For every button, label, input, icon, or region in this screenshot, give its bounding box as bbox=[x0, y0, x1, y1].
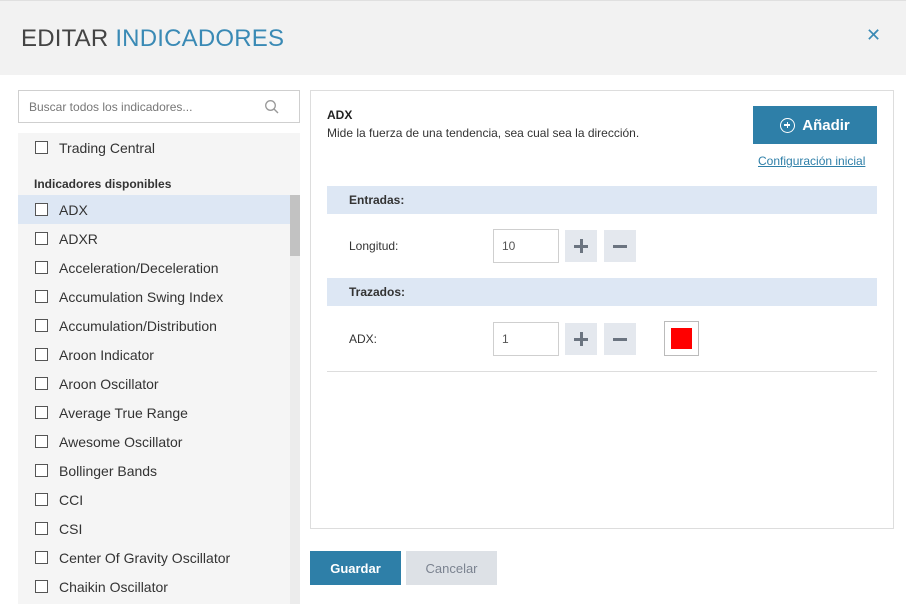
checkbox[interactable] bbox=[35, 232, 48, 245]
length-input[interactable]: 10 bbox=[493, 229, 559, 263]
list-item-label: Acceleration/Deceleration bbox=[59, 259, 219, 276]
list-item-adxr[interactable]: ADXR bbox=[18, 224, 290, 253]
search-input[interactable] bbox=[19, 91, 259, 122]
list-item-average-true-range[interactable]: Average True Range bbox=[18, 398, 290, 427]
add-button[interactable]: Añadir bbox=[753, 106, 877, 144]
default-settings-link[interactable]: Configuración inicial bbox=[758, 154, 865, 168]
list-item-label: ADX bbox=[59, 201, 88, 218]
add-button-label: Añadir bbox=[802, 116, 850, 134]
list-item-trading-central[interactable]: Trading Central bbox=[18, 133, 290, 162]
checkbox[interactable] bbox=[35, 377, 48, 390]
list-item-label: Accumulation/Distribution bbox=[59, 317, 217, 334]
close-icon[interactable]: ✕ bbox=[866, 26, 881, 44]
minus-icon bbox=[613, 244, 627, 248]
checkbox[interactable] bbox=[35, 261, 48, 274]
checkbox[interactable] bbox=[35, 464, 48, 477]
checkbox[interactable] bbox=[35, 290, 48, 303]
list-item-label: Bollinger Bands bbox=[59, 462, 158, 479]
list-item-csi[interactable]: CSI bbox=[18, 514, 290, 543]
list-item-label: Average True Range bbox=[59, 404, 188, 421]
checkbox[interactable] bbox=[35, 435, 48, 448]
list-item-label: CCI bbox=[59, 491, 84, 508]
list-item-label: Accumulation Swing Index bbox=[59, 288, 224, 305]
list-item-label: Center Of Gravity Oscillator bbox=[59, 549, 231, 566]
save-button[interactable]: Guardar bbox=[310, 551, 401, 585]
checkbox[interactable] bbox=[35, 203, 48, 216]
checkbox[interactable] bbox=[35, 522, 48, 535]
list-item-label: Aroon Indicator bbox=[59, 346, 154, 363]
title-part-indicators: INDICADORES bbox=[115, 25, 285, 52]
indicator-description: Mide la fuerza de una tendencia, sea cua… bbox=[327, 126, 640, 140]
list-item-acceleration-deceleration[interactable]: Acceleration/Deceleration bbox=[18, 253, 290, 282]
checkbox[interactable] bbox=[35, 319, 48, 332]
list-item-label: CSI bbox=[59, 520, 83, 537]
plot-width-decrement-button[interactable] bbox=[604, 323, 636, 355]
inputs-section-header: Entradas: bbox=[327, 186, 877, 214]
search-box bbox=[18, 90, 300, 123]
list-item-adx[interactable]: ADX bbox=[18, 195, 290, 224]
list-item-label: Chaikin Oscillator bbox=[59, 578, 168, 595]
length-increment-button[interactable] bbox=[565, 230, 597, 262]
plus-circle-icon bbox=[780, 117, 796, 133]
plot-width-increment-button[interactable] bbox=[565, 323, 597, 355]
title-part-edit: EDITAR bbox=[21, 25, 109, 52]
length-decrement-button[interactable] bbox=[604, 230, 636, 262]
list-item-accumulation-distribution[interactable]: Accumulation/Distribution bbox=[18, 311, 290, 340]
divider bbox=[327, 371, 877, 372]
list-item-bollinger-bands[interactable]: Bollinger Bands bbox=[18, 456, 290, 485]
dialog-title: EDITAR INDICADORES bbox=[21, 25, 284, 53]
list-scrollbar-thumb[interactable] bbox=[290, 195, 300, 256]
adx-plot-width-input[interactable]: 1 bbox=[493, 322, 559, 356]
available-indicators-heading: Indicadores disponibles bbox=[34, 177, 172, 191]
list-item-awesome-oscillator[interactable]: Awesome Oscillator bbox=[18, 427, 290, 456]
checkbox[interactable] bbox=[35, 141, 48, 154]
length-label: Longitud: bbox=[349, 239, 399, 253]
plot-color-swatch bbox=[671, 328, 692, 349]
cancel-button[interactable]: Cancelar bbox=[406, 551, 497, 585]
list-item-aroon-indicator[interactable]: Aroon Indicator bbox=[18, 340, 290, 369]
list-item-label: Aroon Oscillator bbox=[59, 375, 159, 392]
list-scrollbar[interactable] bbox=[290, 195, 300, 604]
search-icon[interactable] bbox=[264, 99, 280, 115]
list-item-aroon-oscillator[interactable]: Aroon Oscillator bbox=[18, 369, 290, 398]
indicator-name: ADX bbox=[327, 108, 353, 122]
adx-plot-label: ADX: bbox=[349, 332, 378, 346]
list-item-cci[interactable]: CCI bbox=[18, 485, 290, 514]
checkbox[interactable] bbox=[35, 493, 48, 506]
list-item-label: Trading Central bbox=[59, 139, 155, 156]
list-item-label: Awesome Oscillator bbox=[59, 433, 183, 450]
plot-color-picker[interactable] bbox=[664, 321, 699, 356]
checkbox[interactable] bbox=[35, 406, 48, 419]
checkbox[interactable] bbox=[35, 551, 48, 564]
checkbox[interactable] bbox=[35, 348, 48, 361]
list-item-label: ADXR bbox=[59, 230, 98, 247]
dialog-header: EDITAR INDICADORES ✕ bbox=[0, 0, 906, 75]
list-item-chaikin-oscillator[interactable]: Chaikin Oscillator bbox=[18, 572, 290, 601]
checkbox[interactable] bbox=[35, 580, 48, 593]
list-item-accumulation-swing-index[interactable]: Accumulation Swing Index bbox=[18, 282, 290, 311]
plots-section-header: Trazados: bbox=[327, 278, 877, 306]
minus-icon bbox=[613, 337, 627, 341]
list-item-center-of-gravity-oscillator[interactable]: Center Of Gravity Oscillator bbox=[18, 543, 290, 572]
